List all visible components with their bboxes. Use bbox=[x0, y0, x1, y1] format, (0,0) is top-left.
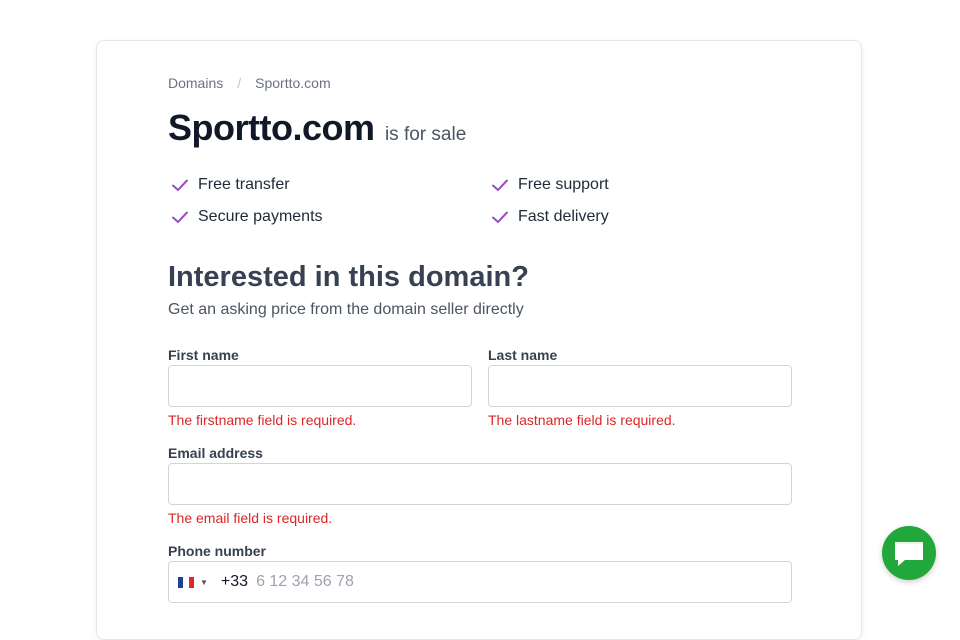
email-input[interactable] bbox=[168, 463, 792, 505]
domain-sale-card: Domains / Sportto.com Sportto.com is for… bbox=[96, 40, 862, 640]
last-name-input[interactable] bbox=[488, 365, 792, 407]
feature-label: Fast delivery bbox=[518, 208, 609, 225]
email-label: Email address bbox=[168, 445, 263, 461]
caret-down-icon: ▼ bbox=[200, 577, 208, 587]
breadcrumb-separator: / bbox=[237, 75, 242, 91]
feature-item: Free support bbox=[488, 175, 808, 195]
domain-name: Sportto.com bbox=[168, 107, 375, 148]
feature-label: Free support bbox=[518, 176, 609, 193]
check-icon bbox=[492, 179, 508, 191]
phone-field: ▼ +33 bbox=[168, 561, 792, 603]
last-name-label: Last name bbox=[488, 347, 558, 363]
france-flag-icon bbox=[178, 576, 194, 588]
first-name-input[interactable] bbox=[168, 365, 472, 407]
chat-bubble-icon bbox=[895, 542, 923, 566]
check-icon bbox=[172, 179, 188, 191]
for-sale-label: is for sale bbox=[384, 124, 467, 145]
breadcrumb-current: Sportto.com bbox=[255, 75, 331, 91]
phone-input[interactable] bbox=[254, 572, 659, 592]
last-name-error: The lastname field is required. bbox=[488, 412, 676, 428]
breadcrumb: Domains / Sportto.com bbox=[168, 75, 331, 91]
phone-label: Phone number bbox=[168, 543, 267, 559]
dial-code: +33 bbox=[220, 573, 249, 590]
feature-label: Secure payments bbox=[198, 208, 323, 225]
first-name-error: The firstname field is required. bbox=[168, 412, 357, 428]
form-subheading: Get an asking price from the domain sell… bbox=[168, 301, 524, 318]
breadcrumb-root[interactable]: Domains bbox=[168, 75, 223, 91]
first-name-label: First name bbox=[168, 347, 239, 363]
feature-item: Free transfer bbox=[168, 175, 488, 195]
feature-list: Free transfer Free support Secure paymen… bbox=[168, 175, 808, 227]
feature-item: Fast delivery bbox=[488, 207, 808, 227]
check-icon bbox=[492, 211, 508, 223]
chat-button[interactable] bbox=[882, 526, 936, 580]
country-selector[interactable]: ▼ bbox=[178, 576, 208, 588]
email-error: The email field is required. bbox=[168, 510, 333, 526]
check-icon bbox=[172, 211, 188, 223]
feature-item: Secure payments bbox=[168, 207, 488, 227]
page-title: Sportto.com is for sale bbox=[168, 107, 466, 149]
feature-label: Free transfer bbox=[198, 176, 290, 193]
form-heading: Interested in this domain? bbox=[168, 261, 529, 293]
